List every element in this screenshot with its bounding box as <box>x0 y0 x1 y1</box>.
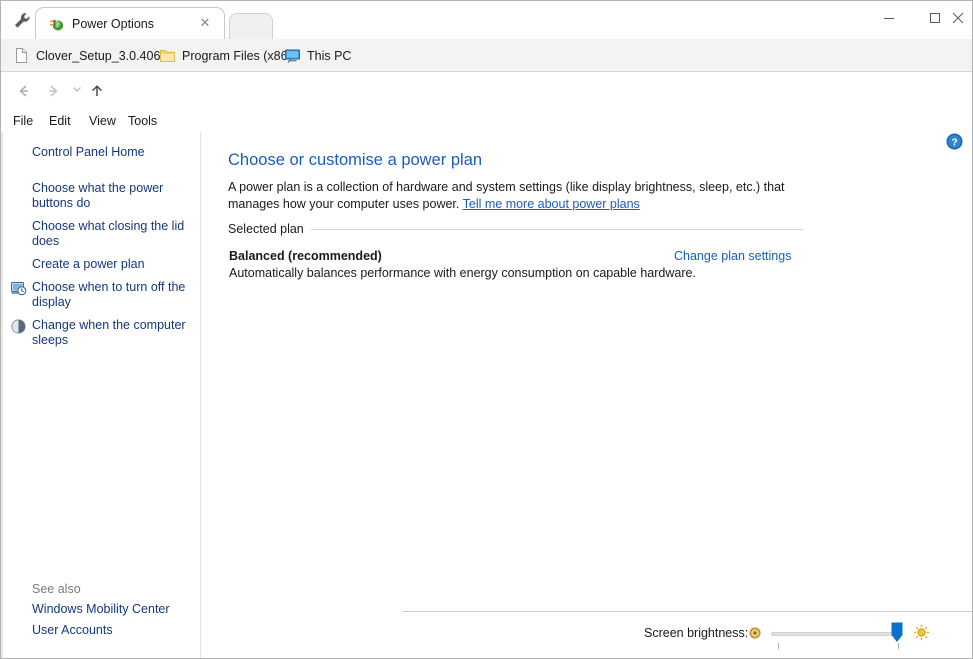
forward-button[interactable] <box>43 82 63 102</box>
sidebar-left-edge <box>1 132 3 658</box>
see-also-label: See also <box>32 582 81 596</box>
sidebar-item-power-buttons[interactable]: Choose what the power buttons do <box>32 181 192 211</box>
monitor-icon <box>284 47 301 64</box>
bookmark-label: This PC <box>307 49 351 63</box>
bookmark-this-pc[interactable]: This PC <box>284 45 351 66</box>
power-options-window: Power Options ✕ <box>0 0 973 659</box>
brightness-divider <box>402 611 973 612</box>
brightness-slider-thumb[interactable] <box>891 622 903 643</box>
bookmark-clover-setup[interactable]: Clover_Setup_3.0.406 <box>13 45 160 66</box>
plan-description: Automatically balances performance with … <box>229 266 696 280</box>
bright-sun-icon <box>913 624 930 641</box>
change-plan-settings-link[interactable]: Change plan settings <box>674 249 791 263</box>
sidebar-item-closing-lid[interactable]: Choose what closing the lid does <box>32 219 192 249</box>
slider-tick-max <box>898 643 899 649</box>
plan-name-balanced: Balanced (recommended) <box>229 249 382 263</box>
address-bar: › Control Panel › All Control Panel Item… <box>1 73 973 110</box>
sidebar-item-control-panel-home[interactable]: Control Panel Home <box>32 145 192 160</box>
main-pane: Choose or customise a power plan A power… <box>201 132 972 658</box>
wrench-icon[interactable] <box>11 10 33 32</box>
title-bar: Power Options ✕ <box>1 1 973 39</box>
menu-item-edit[interactable]: Edit <box>49 112 71 130</box>
brightness-slider-track[interactable] <box>771 632 901 636</box>
display-clock-icon <box>10 280 27 297</box>
file-icon <box>13 47 30 64</box>
menu-item-view[interactable]: View <box>89 112 116 130</box>
sidebar-item-turn-off-display[interactable]: Choose when to turn off the display <box>32 280 192 310</box>
back-button[interactable] <box>14 82 34 102</box>
help-icon[interactable]: ? <box>946 133 963 150</box>
svg-text:?: ? <box>951 137 957 148</box>
power-plug-icon <box>48 15 66 33</box>
bookmark-label: Program Files (x86) <box>182 49 292 63</box>
moon-sleep-icon <box>10 318 27 335</box>
new-tab-button[interactable] <box>229 13 273 39</box>
folder-icon <box>159 47 176 64</box>
sidebar-item-windows-mobility-center[interactable]: Windows Mobility Center <box>32 602 192 617</box>
sidebar-item-computer-sleeps[interactable]: Change when the computer sleeps <box>32 318 192 348</box>
intro-paragraph: A power plan is a collection of hardware… <box>228 179 813 213</box>
browser-tab-power-options[interactable]: Power Options ✕ <box>35 7 225 39</box>
content-area: Control Panel Home Choose what the power… <box>1 132 972 658</box>
slider-tick-min <box>778 643 779 649</box>
sidebar-item-user-accounts[interactable]: User Accounts <box>32 623 192 638</box>
dim-sun-icon <box>748 626 762 640</box>
bookmark-program-files[interactable]: Program Files (x86) <box>159 45 292 66</box>
close-button[interactable] <box>935 1 973 33</box>
sidebar-item-create-power-plan[interactable]: Create a power plan <box>32 257 192 272</box>
screen-brightness-label: Screen brightness: <box>644 626 748 640</box>
sidebar: Control Panel Home Choose what the power… <box>1 132 201 658</box>
tell-me-more-link[interactable]: Tell me more about power plans <box>463 197 640 211</box>
minimize-button[interactable] <box>866 1 912 33</box>
page-title: Choose or customise a power plan <box>228 151 482 170</box>
tab-close-icon[interactable]: ✕ <box>198 16 212 30</box>
bookmark-label: Clover_Setup_3.0.406 <box>36 49 160 63</box>
bookmark-bar: Clover_Setup_3.0.406 Program Files (x86)… <box>1 39 973 72</box>
recent-locations-chevron-down-icon[interactable] <box>67 82 87 102</box>
tab-title: Power Options <box>72 15 154 33</box>
menu-item-tools[interactable]: Tools <box>128 112 157 130</box>
selected-plan-divider <box>228 229 803 230</box>
menu-bar: File Edit View Tools <box>1 110 973 132</box>
up-button[interactable] <box>87 82 107 102</box>
menu-item-file[interactable]: File <box>13 112 33 130</box>
selected-plan-label: Selected plan <box>228 222 311 236</box>
